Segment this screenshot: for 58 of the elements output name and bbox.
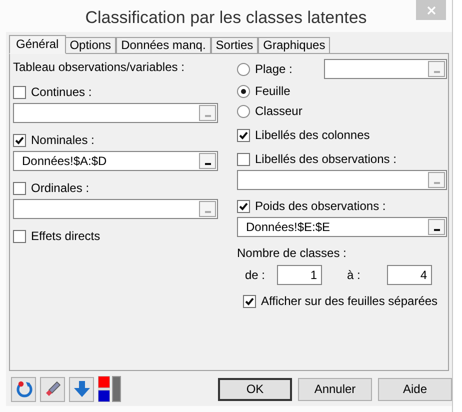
color-swatch-icon <box>98 376 110 402</box>
radio-button[interactable] <box>237 84 250 98</box>
tab[interactable]: Données manq. <box>116 37 211 53</box>
checkbox[interactable] <box>13 134 26 146</box>
refresh-button[interactable] <box>11 376 36 402</box>
from-label: de : <box>244 268 266 282</box>
field-value: 1 <box>310 268 317 282</box>
from-field[interactable]: 1 <box>277 265 322 285</box>
checkbox-label: Afficher sur des feuilles séparées <box>261 293 438 309</box>
tab[interactable]: Options <box>64 37 116 53</box>
input-field[interactable] <box>324 59 447 79</box>
section-label: Tableau observations/variables : <box>13 59 186 75</box>
input-field[interactable] <box>13 103 218 123</box>
field-value: Données!$A:$D <box>22 154 107 168</box>
checkbox-label: Nominales : <box>31 132 94 148</box>
tab[interactable]: Général <box>9 35 66 54</box>
field-value: 4 <box>420 268 427 282</box>
window-title: Classification par les classes latentes <box>85 7 367 28</box>
radio-button[interactable] <box>237 62 250 76</box>
tab[interactable]: Graphiques <box>258 37 330 53</box>
checkbox[interactable] <box>243 294 256 308</box>
section-label: Nombre de classes : <box>237 245 348 261</box>
checkbox[interactable] <box>13 182 26 194</box>
dialog-button[interactable]: Annuler <box>298 378 372 400</box>
checkbox-label: Effets directs <box>31 228 100 244</box>
range-picker-button[interactable] <box>199 153 216 169</box>
dialog-button[interactable]: OK <box>218 378 292 400</box>
eraser-icon <box>44 380 62 398</box>
checkbox[interactable] <box>237 200 250 212</box>
field-value: Données!$E:$E <box>246 220 330 234</box>
radio-button[interactable] <box>237 104 250 118</box>
checkbox[interactable] <box>13 230 26 242</box>
down-arrow-button[interactable] <box>69 376 94 402</box>
checkbox[interactable] <box>13 86 26 98</box>
checkbox-label: Libellés des colonnes <box>255 127 370 143</box>
checkbox-label: Continues : <box>31 84 92 100</box>
vertical-bar-icon <box>112 376 121 402</box>
radio-label: Feuille <box>255 83 290 99</box>
input-field[interactable]: Données!$A:$D <box>13 151 218 171</box>
checkbox[interactable] <box>237 152 250 166</box>
input-field[interactable]: Données!$E:$E <box>237 217 447 237</box>
checkbox-label: Ordinales : <box>31 180 90 196</box>
input-field[interactable] <box>237 170 447 190</box>
refresh-icon <box>14 380 32 398</box>
dialog-button[interactable]: Aide <box>378 378 452 400</box>
input-field[interactable] <box>13 199 218 219</box>
to-label: à : <box>346 268 362 282</box>
range-picker-button[interactable] <box>428 219 445 235</box>
eraser-button[interactable] <box>40 376 65 402</box>
radio-label: Plage : <box>255 61 292 77</box>
checkbox[interactable] <box>237 128 250 142</box>
to-field[interactable]: 4 <box>387 265 432 285</box>
checkbox-label: Poids des observations : <box>255 198 386 214</box>
down-arrow-icon <box>72 380 90 398</box>
radio-label: Classeur <box>255 103 302 119</box>
tab[interactable]: Sorties <box>210 37 258 53</box>
checkbox-label: Libellés des observations : <box>255 151 396 167</box>
close-icon <box>426 6 436 14</box>
